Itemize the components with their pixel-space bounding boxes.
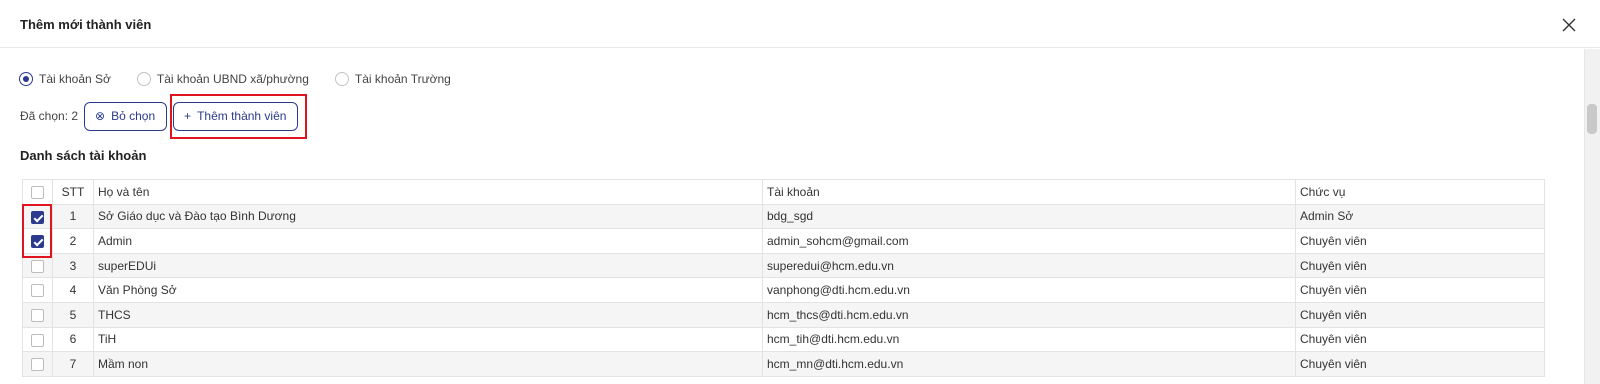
row-checkbox[interactable] [31, 259, 44, 273]
cell-role: Chuyên viên [1295, 252, 1545, 279]
table-row[interactable]: 4 Văn Phòng Sở vanphong@dti.hcm.edu.vn C… [22, 277, 1545, 303]
checkbox-cell [22, 351, 53, 377]
radio-unchecked-icon [136, 72, 151, 86]
cell-name: Sở Giáo dục và Đào tạo Bình Dương [93, 203, 763, 230]
cell-stt: 6 [52, 326, 94, 353]
table-row[interactable]: 6 TiH hcm_tih@dti.hcm.edu.vn Chuyên viên [22, 326, 1545, 353]
clear-selection-label: Bỏ chọn [111, 109, 156, 123]
table-row[interactable]: 2 Admin admin_sohcm@gmail.com Chuyên viê… [22, 228, 1545, 254]
accounts-table: STT Họ và tên Tài khoản Chức vụ 1 Sở Giá… [22, 179, 1545, 377]
cell-role: Chuyên viên [1295, 351, 1545, 377]
table-row[interactable]: 5 THCS hcm_thcs@dti.hcm.edu.vn Chuyên vi… [22, 301, 1545, 328]
column-header: Họ và tên [93, 179, 763, 205]
close-icon[interactable] [1558, 14, 1580, 36]
radio-tai-khoan-ubnd[interactable]: Tài khoản UBND xã/phường [136, 72, 309, 86]
cell-name: THCS [93, 301, 763, 328]
row-checkbox[interactable] [31, 284, 44, 298]
column-header: STT [52, 179, 94, 205]
cell-account: hcm_thcs@dti.hcm.edu.vn [762, 301, 1296, 328]
cell-role: Chuyên viên [1295, 277, 1545, 303]
dialog-title: Thêm mới thành viên [20, 17, 152, 32]
cell-account: hcm_mn@dti.hcm.edu.vn [762, 351, 1296, 377]
table-row[interactable]: 3 superEDUi superedui@hcm.edu.vn Chuyên … [22, 252, 1545, 279]
radio-checked-icon [19, 72, 33, 86]
table-row[interactable]: 1 Sở Giáo dục và Đào tạo Bình Dương bdg_… [22, 203, 1545, 230]
cell-role: Chuyên viên [1295, 301, 1545, 328]
checkbox-cell [22, 301, 53, 328]
scrollbar-thumb[interactable] [1587, 104, 1597, 134]
radio-tai-khoan-so[interactable]: Tài khoản Sở [19, 72, 111, 86]
cell-account: superedui@hcm.edu.vn [762, 252, 1296, 279]
radio-label: Tài khoản Trường [354, 72, 451, 86]
radio-unchecked-icon [334, 72, 349, 86]
cell-name: superEDUi [93, 252, 763, 279]
highlight-box [22, 204, 52, 258]
row-checkbox[interactable] [31, 333, 44, 347]
checkbox-cell [22, 326, 53, 353]
radio-label: Tài khoản Sở [39, 72, 111, 86]
cell-stt: 2 [52, 228, 94, 254]
circle-x-icon: ⊗ [95, 109, 106, 123]
cell-account: bdg_sgd [762, 203, 1296, 230]
radio-label: Tài khoản UBND xã/phường [156, 72, 309, 86]
cell-account: vanphong@dti.hcm.edu.vn [762, 277, 1296, 303]
cell-stt: 3 [52, 252, 94, 279]
section-title: Danh sách tài khoản [20, 148, 147, 163]
select-all-cell [22, 179, 53, 205]
column-header: Tài khoản [762, 179, 1296, 205]
cell-stt: 5 [52, 301, 94, 328]
cell-name: TiH [93, 326, 763, 353]
cell-stt: 1 [52, 203, 94, 230]
cell-stt: 4 [52, 277, 94, 303]
cell-account: hcm_tih@dti.hcm.edu.vn [762, 326, 1296, 353]
cell-stt: 7 [52, 351, 94, 377]
cell-role: Chuyên viên [1295, 326, 1545, 353]
radio-tai-khoan-truong[interactable]: Tài khoản Trường [334, 72, 451, 86]
table-header-row: STT Họ và tên Tài khoản Chức vụ [22, 179, 1545, 205]
scrollbar[interactable] [1584, 49, 1600, 384]
checkbox-cell [22, 277, 53, 303]
row-checkbox[interactable] [31, 308, 44, 322]
cell-role: Chuyên viên [1295, 228, 1545, 254]
row-checkbox[interactable] [31, 358, 44, 372]
dialog-header: Thêm mới thành viên [0, 2, 1600, 48]
clear-selection-button[interactable]: ⊗ Bỏ chọn [84, 101, 168, 131]
cell-name: Admin [93, 228, 763, 254]
column-header: Chức vụ [1295, 179, 1545, 205]
cell-name: Mầm non [93, 351, 763, 377]
select-all-checkbox[interactable] [31, 185, 44, 199]
cell-name: Văn Phòng Sở [93, 277, 763, 303]
add-member-dialog: Thêm mới thành viên Tài khoản Sở Tài kho… [0, 2, 1600, 384]
highlight-box [170, 94, 307, 139]
table-row[interactable]: 7 Mầm non hcm_mn@dti.hcm.edu.vn Chuyên v… [22, 351, 1545, 377]
account-type-group: Tài khoản Sở Tài khoản UBND xã/phường Tà… [19, 70, 477, 88]
selected-count: Đã chọn: 2 [20, 109, 79, 123]
cell-account: admin_sohcm@gmail.com [762, 228, 1296, 254]
cell-role: Admin Sở [1295, 203, 1545, 230]
